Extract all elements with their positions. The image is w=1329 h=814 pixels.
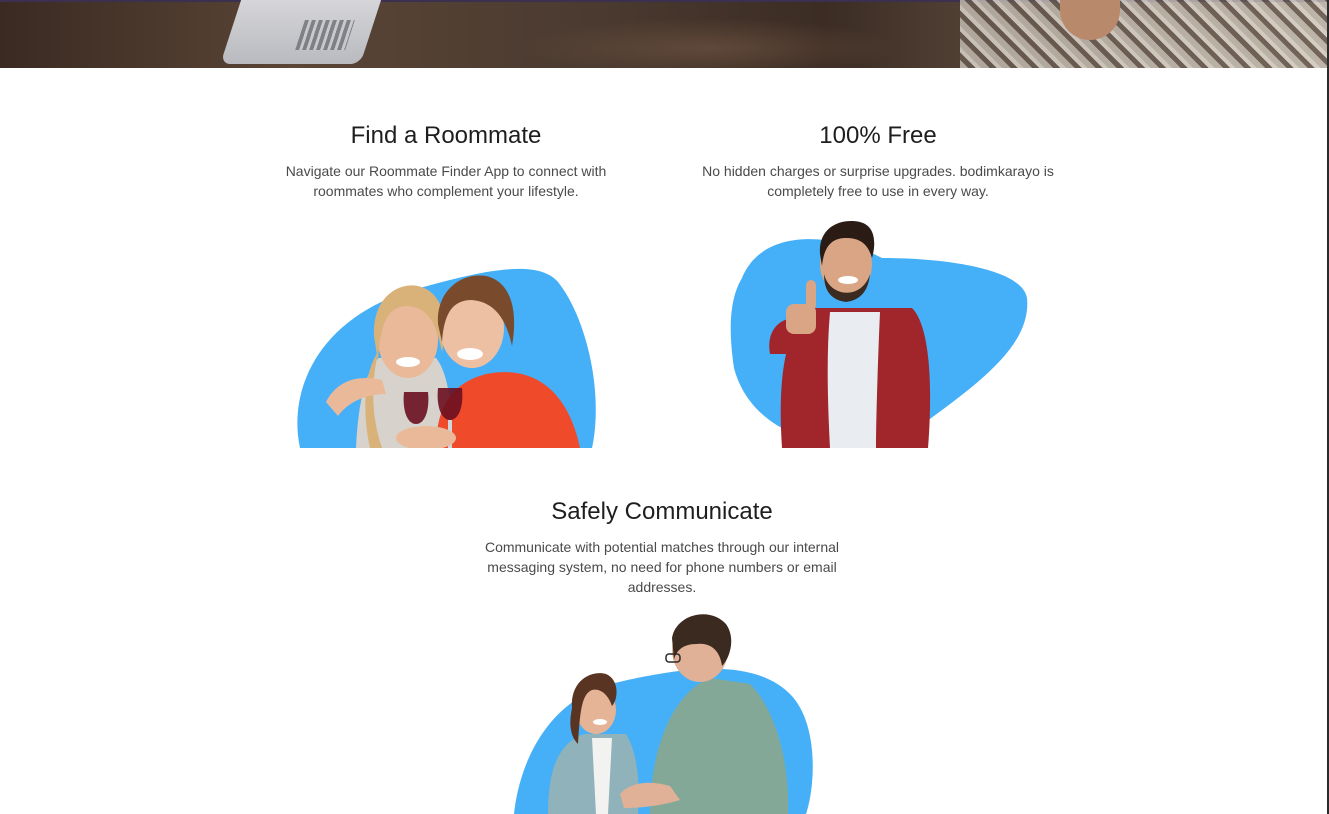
feature-title: Find a Roommate bbox=[350, 122, 542, 149]
man-thumbs-up-image bbox=[722, 218, 1040, 448]
feature-description: No hidden charges or surprise upgrades. … bbox=[702, 163, 1054, 199]
feature-title: Safely Communicate bbox=[551, 498, 773, 525]
feature-description: Communicate with potential matches throu… bbox=[484, 539, 840, 595]
feature-find-roommate: Find a Roommate Navigate our Roommate Fi… bbox=[266, 121, 626, 201]
two-women-toasting-wine-image bbox=[286, 262, 612, 448]
page: Find a Roommate Navigate our Roommate Fi… bbox=[0, 0, 1329, 814]
feature-100-free: 100% Free No hidden charges or surprise … bbox=[688, 121, 1068, 201]
feature-title: 100% Free bbox=[819, 122, 937, 149]
feature-safely-communicate: Safely Communicate Communicate with pote… bbox=[472, 497, 852, 597]
feature-description: Navigate our Roommate Finder App to conn… bbox=[285, 163, 607, 199]
two-people-handshake-image bbox=[500, 614, 830, 814]
hero-banner-image bbox=[0, 0, 1329, 68]
